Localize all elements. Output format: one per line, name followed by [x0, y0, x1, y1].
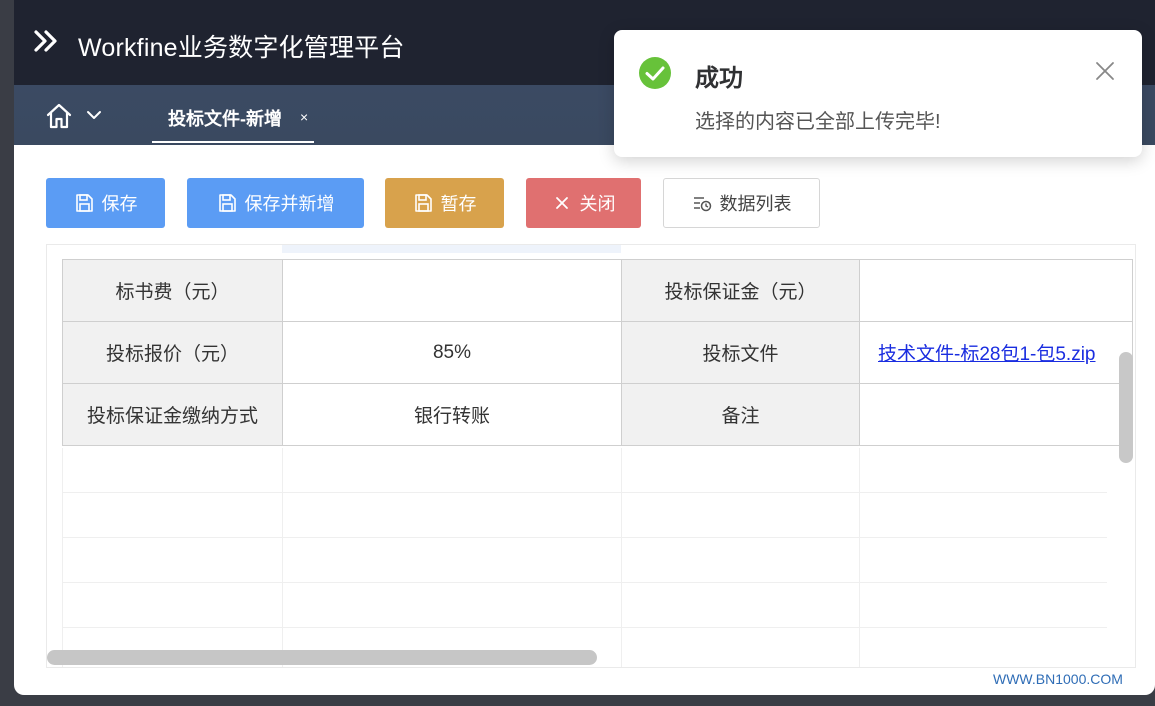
notification-title: 成功	[695, 65, 743, 92]
table-row: 投标保证金缴纳方式 银行转账 备注	[62, 383, 1133, 446]
grid-line	[621, 448, 622, 667]
save-button-label: 保存	[101, 194, 138, 214]
app-title: Workfine业务数字化管理平台	[78, 34, 405, 62]
field-label: 投标报价（元）	[62, 321, 283, 384]
header-strip	[282, 245, 621, 253]
field-label: 备注	[621, 383, 860, 446]
temp-save-button[interactable]: 暂存	[385, 178, 504, 228]
grid-line	[62, 537, 1107, 538]
save-and-new-button[interactable]: 保存并新增	[187, 178, 364, 228]
field-label: 投标文件	[621, 321, 860, 384]
home-icon[interactable]	[44, 101, 74, 131]
list-clock-icon	[693, 197, 711, 212]
data-list-button-label: 数据列表	[719, 194, 792, 214]
tab-label: 投标文件-新增	[168, 109, 282, 129]
tab-close-icon[interactable]: ×	[300, 110, 308, 124]
deposit-payment-method-field[interactable]: 银行转账	[282, 383, 622, 446]
watermark: WWW.BN1000.COM	[993, 671, 1123, 687]
field-label: 标书费（元）	[62, 259, 283, 322]
bid-quote-field[interactable]: 85%	[282, 321, 622, 384]
close-icon	[555, 197, 568, 209]
bid-file-link[interactable]: 技术文件-标28包1-包5.zip	[878, 344, 1096, 365]
close-icon[interactable]	[1094, 60, 1116, 82]
grid-line	[62, 492, 1107, 493]
grid-line	[62, 448, 63, 667]
grid-line	[62, 582, 1107, 583]
success-check-icon	[638, 56, 672, 90]
save-button[interactable]: 保存	[46, 178, 165, 228]
remarks-field[interactable]	[859, 383, 1133, 446]
empty-grid	[62, 448, 1107, 667]
bid-file-cell: 技术文件-标28包1-包5.zip	[859, 321, 1133, 384]
success-notification: 成功 选择的内容已全部上传完毕!	[614, 30, 1142, 157]
grid-line	[62, 627, 1107, 628]
floppy-disk-icon	[75, 194, 93, 212]
table-row: 投标报价（元） 85% 投标文件 技术文件-标28包1-包5.zip	[62, 321, 1133, 384]
save-and-new-button-label: 保存并新增	[244, 194, 335, 214]
notification-message: 选择的内容已全部上传完毕!	[695, 111, 941, 133]
grid-line	[859, 448, 860, 667]
floppy-disk-icon	[414, 194, 432, 212]
horizontal-scrollbar[interactable]	[47, 650, 597, 665]
close-button-label: 关闭	[579, 194, 616, 214]
grid-line	[282, 448, 283, 667]
form-grid: 标书费（元） 投标保证金（元） 投标报价（元） 85% 投标文件 技术文件-标2…	[46, 244, 1136, 668]
table-row: 标书费（元） 投标保证金（元）	[62, 259, 1133, 322]
close-button[interactable]: 关闭	[526, 178, 641, 228]
temp-save-button-label: 暂存	[440, 194, 477, 214]
bid-deposit-field[interactable]	[859, 259, 1133, 322]
vertical-scrollbar[interactable]	[1119, 352, 1133, 463]
floppy-disk-icon	[218, 194, 236, 212]
field-label: 投标保证金（元）	[621, 259, 860, 322]
form-table: 标书费（元） 投标保证金（元） 投标报价（元） 85% 投标文件 技术文件-标2…	[62, 259, 1133, 446]
tab-bid-file-new[interactable]: 投标文件-新增 ×	[152, 85, 314, 143]
chevron-down-icon[interactable]	[86, 107, 102, 123]
field-label: 投标保证金缴纳方式	[62, 383, 283, 446]
double-chevron-right-icon[interactable]	[32, 28, 60, 56]
bid-fee-field[interactable]	[282, 259, 622, 322]
data-list-button[interactable]: 数据列表	[663, 178, 820, 228]
